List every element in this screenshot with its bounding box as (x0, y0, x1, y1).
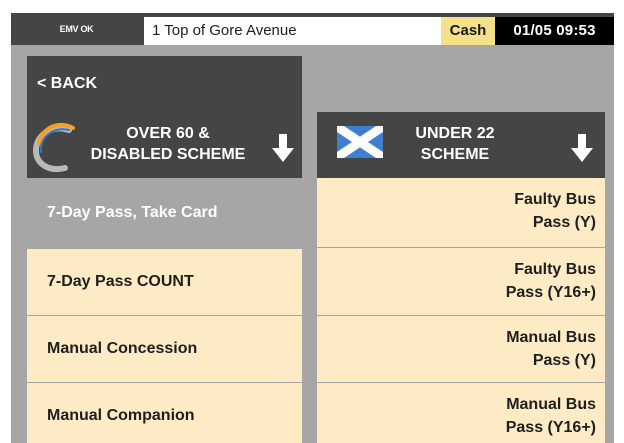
c-swoosh-logo-icon (33, 122, 75, 172)
option-label-line-2: Pass (Y) (532, 214, 596, 231)
payment-mode-badge[interactable]: Cash (441, 17, 495, 45)
content-area: < BACK OVER 60 & DISABLED SCHEME UNDER 2… (11, 45, 614, 443)
option-faulty-bus-pass-y16[interactable]: Faulty Bus Pass (Y16+) (317, 248, 605, 315)
option-7-day-pass-count[interactable]: 7-Day Pass COUNT (27, 249, 302, 315)
option-manual-bus-pass-y16[interactable]: Manual Bus Pass (Y16+) (317, 383, 605, 443)
scheme-title: UNDER 22 SCHEME (395, 123, 515, 165)
scheme-title-line-2: SCHEME (420, 146, 490, 163)
over-60-disabled-scheme-header[interactable]: OVER 60 & DISABLED SCHEME (27, 112, 302, 178)
option-manual-concession[interactable]: Manual Concession (27, 316, 302, 382)
option-label-line-1: Manual Bus (506, 396, 596, 413)
ticket-machine-screen: EMV OK 1 Top of Gore Avenue Cash 01/05 0… (0, 0, 624, 443)
option-label-line-2: Pass (Y16+) (505, 284, 596, 301)
option-label-line-1: Manual Bus (506, 329, 596, 346)
current-stop-field[interactable]: 1 Top of Gore Avenue (144, 17, 441, 45)
back-button[interactable]: < BACK (27, 56, 302, 112)
option-label-line-1: Faulty Bus (514, 261, 596, 278)
option-label-line-1: Faulty Bus (514, 191, 596, 208)
saltire-flag-icon (337, 126, 383, 158)
scheme-title-line-2: DISABLED SCHEME (90, 146, 246, 163)
scheme-title-line-1: OVER 60 & (126, 125, 210, 142)
option-label-line-2: Pass (Y16+) (505, 419, 596, 436)
scheme-title: OVER 60 & DISABLED SCHEME (79, 123, 257, 165)
down-arrow-icon (571, 134, 593, 162)
option-faulty-bus-pass-y[interactable]: Faulty Bus Pass (Y) (317, 178, 605, 247)
scheme-title-line-1: UNDER 22 (415, 125, 495, 142)
down-arrow-icon (272, 134, 294, 162)
option-manual-bus-pass-y[interactable]: Manual Bus Pass (Y) (317, 316, 605, 382)
emv-status: EMV OK (59, 24, 94, 34)
date-time-display: 01/05 09:53 (495, 17, 614, 45)
option-manual-companion[interactable]: Manual Companion (27, 383, 302, 443)
status-bar: EMV OK 1 Top of Gore Avenue Cash 01/05 0… (11, 13, 614, 45)
option-7-day-pass-take-card[interactable]: 7-Day Pass, Take Card (27, 178, 302, 248)
option-label-line-2: Pass (Y) (532, 352, 596, 369)
under-22-scheme-header[interactable]: UNDER 22 SCHEME (317, 112, 605, 178)
